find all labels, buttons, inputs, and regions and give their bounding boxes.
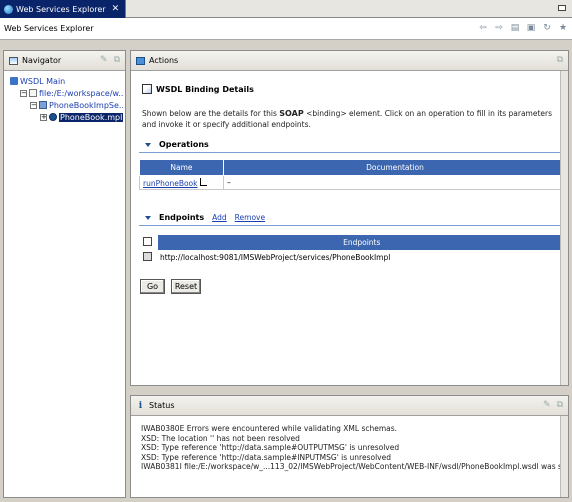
select-all-checkbox[interactable]: [143, 237, 152, 246]
tree-item[interactable]: + PhoneBook.mpl: [6, 111, 123, 123]
endpoints-header: Endpoints Add Remove: [145, 213, 265, 222]
operations-table: Name Documentation runPhoneBook –: [139, 159, 567, 190]
endpoints-title: Endpoints: [159, 213, 205, 222]
column-header-name: Name: [139, 159, 224, 176]
navigator-header: Navigator ✎ ⧉: [4, 51, 125, 71]
refresh-icon[interactable]: ↻: [542, 23, 552, 33]
actions-icon: [136, 56, 145, 65]
maximize-icon[interactable]: ⧉: [557, 400, 563, 410]
section-title: WSDL Binding Details: [142, 84, 254, 94]
status-line: XSD: The location '' has not been resolv…: [141, 433, 300, 443]
tree-item-label[interactable]: file:/E:/workspace/w...: [39, 89, 123, 98]
status-messages: IWAB0380E Errors were encountered while …: [131, 416, 568, 480]
tree-item[interactable]: − PhoneBookImpSe...: [6, 99, 123, 111]
remove-endpoint-link[interactable]: Remove: [235, 213, 265, 222]
clear-status-icon[interactable]: ✎: [543, 400, 551, 410]
close-tab-icon[interactable]: ✕: [112, 4, 120, 14]
service-icon: [39, 101, 47, 109]
vertical-scrollbar[interactable]: [560, 416, 568, 497]
status-line: XSD: Type reference 'http://data.sample#…: [141, 452, 391, 462]
section-title-text: WSDL Binding Details: [156, 84, 254, 94]
operation-link-runphonebook[interactable]: runPhoneBook: [143, 179, 198, 188]
tree-expander-icon[interactable]: −: [20, 89, 27, 97]
checkbox-cell: [139, 251, 157, 265]
tree-item-label[interactable]: PhoneBook.mpl: [59, 112, 123, 122]
title-toolbar: ⇦ ⇨ ▤ ▣ ↻ ★: [478, 23, 568, 33]
tab-web-services-explorer[interactable]: Web Services Explorer ✕: [0, 0, 127, 18]
vertical-scrollbar[interactable]: [560, 71, 568, 385]
tab-label: Web Services Explorer: [16, 4, 106, 14]
column-header-endpoints: Endpoints: [156, 234, 567, 251]
reset-button[interactable]: Reset: [171, 279, 201, 294]
tree-item[interactable]: − file:/E:/workspace/w...: [6, 87, 123, 99]
info-icon: i: [138, 400, 143, 411]
column-header-documentation: Documentation: [223, 159, 567, 176]
status-title: Status: [149, 401, 175, 410]
maximize-icon[interactable]: ⧉: [557, 55, 563, 65]
go-button[interactable]: Go: [140, 279, 165, 294]
select-all-cell: [139, 235, 157, 251]
maximize-icon[interactable]: ⧉: [114, 55, 120, 65]
divider: [139, 225, 567, 226]
navigator-title: Navigator: [22, 56, 62, 65]
endpoints-table: Endpoints http://localhost:9081/IMSWebPr…: [139, 234, 567, 265]
actions-header: Actions ⧉: [131, 51, 568, 71]
wsdl-binding-icon: [142, 84, 152, 94]
navigator-icon: [9, 56, 18, 65]
tree-item-label[interactable]: WSDL Main: [20, 77, 65, 86]
table-row: runPhoneBook –: [139, 175, 567, 190]
documentation-cell: –: [223, 175, 567, 190]
status-pane: i Status ✎ ⧉ IWAB0380E Errors were encou…: [130, 395, 569, 498]
operation-cell: runPhoneBook: [139, 175, 224, 190]
minimize-icon[interactable]: [558, 5, 566, 11]
navigator-pane: Navigator ✎ ⧉ WSDL Main − file:/E:/workspa…: [3, 50, 126, 498]
status-line: IWAB0381I file:/E:/workspace/w_...113_02…: [141, 462, 568, 471]
collapse-triangle-icon[interactable]: [145, 215, 151, 220]
file-icon: [29, 89, 37, 97]
status-line: IWAB0380E Errors were encountered while …: [141, 424, 398, 433]
table-row: http://localhost:9081/IMSWebProject/serv…: [139, 251, 567, 265]
actions-title: Actions: [149, 56, 179, 65]
back-icon[interactable]: ⇦: [478, 23, 488, 33]
operations-title: Operations: [159, 140, 209, 149]
navigator-tree: WSDL Main − file:/E:/workspace/w... − PhoneB…: [4, 71, 125, 127]
window-title: Web Services Explorer: [4, 24, 94, 33]
forward-icon[interactable]: ⇨: [494, 23, 504, 33]
tree-item-label[interactable]: PhoneBookImpSe...: [49, 101, 123, 110]
status-header: i Status ✎ ⧉: [131, 396, 568, 416]
collapse-triangle-icon[interactable]: [145, 142, 151, 147]
endpoint-checkbox[interactable]: [143, 252, 152, 261]
divider: [139, 152, 567, 153]
add-endpoint-link[interactable]: Add: [212, 213, 227, 222]
binding-icon: [49, 113, 57, 121]
editor-tab-bar: Web Services Explorer ✕: [0, 0, 572, 18]
globe-icon: [4, 4, 13, 14]
endpoint-url: http://localhost:9081/IMSWebProject/serv…: [160, 253, 391, 263]
tree-expander-icon[interactable]: −: [30, 101, 37, 109]
tree-item[interactable]: WSDL Main: [6, 75, 123, 87]
wsdl-main-icon: [10, 77, 18, 85]
mouse-cursor-icon: [199, 177, 207, 186]
favorites-icon[interactable]: ★: [558, 23, 568, 33]
document-icon[interactable]: ▤: [510, 23, 520, 33]
export-icon[interactable]: ▣: [526, 23, 536, 33]
explorer-title-bar: Web Services Explorer ⇦ ⇨ ▤ ▣ ↻ ★: [0, 18, 572, 40]
status-line: XSD: Type reference 'http://data.sample#…: [141, 443, 400, 452]
actions-pane: Actions ⧉ WSDL Binding Details Shown bel…: [130, 50, 569, 386]
clear-icon[interactable]: ✎: [100, 55, 108, 65]
binding-description: Shown below are the details for this SOA…: [142, 109, 553, 129]
operations-header[interactable]: Operations: [145, 140, 209, 149]
tree-expander-icon[interactable]: +: [40, 113, 47, 121]
